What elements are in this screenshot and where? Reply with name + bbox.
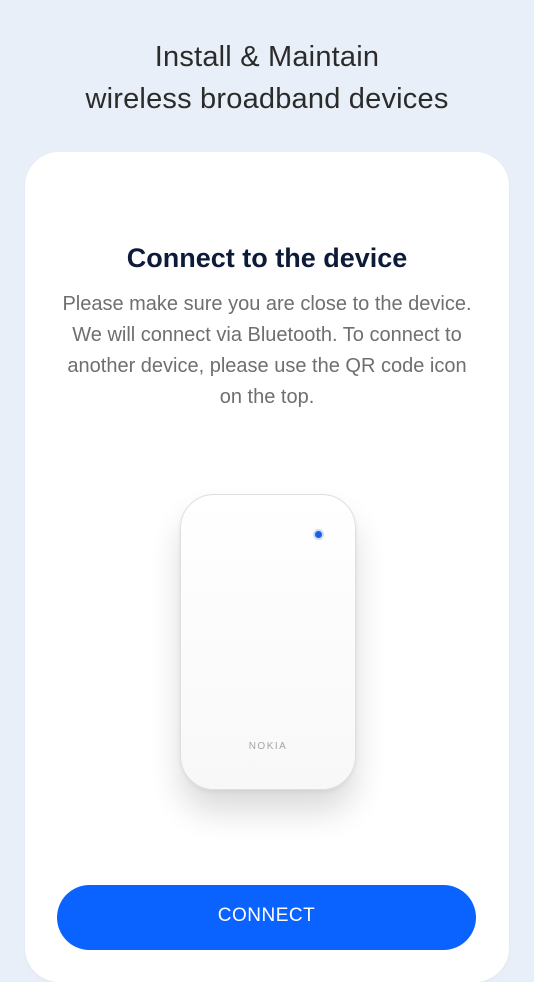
header-line-1: Install & Maintain: [154, 41, 380, 73]
device-brand-label: NOKIA: [248, 741, 288, 752]
connect-button[interactable]: CONNECT: [57, 885, 476, 950]
status-led-icon: [315, 531, 322, 538]
header-line-2: wireless broadband devices: [85, 83, 449, 115]
connect-card: Connect to the device Please make sure y…: [25, 152, 509, 982]
router-device-image: NOKIA: [180, 494, 356, 790]
card-description: Please make sure you are close to the de…: [62, 293, 472, 408]
device-illustration: NOKIA: [180, 494, 356, 790]
app-header: Install & Maintain wireless broadband de…: [0, 36, 534, 120]
card-title: Connect to the device: [126, 243, 408, 273]
